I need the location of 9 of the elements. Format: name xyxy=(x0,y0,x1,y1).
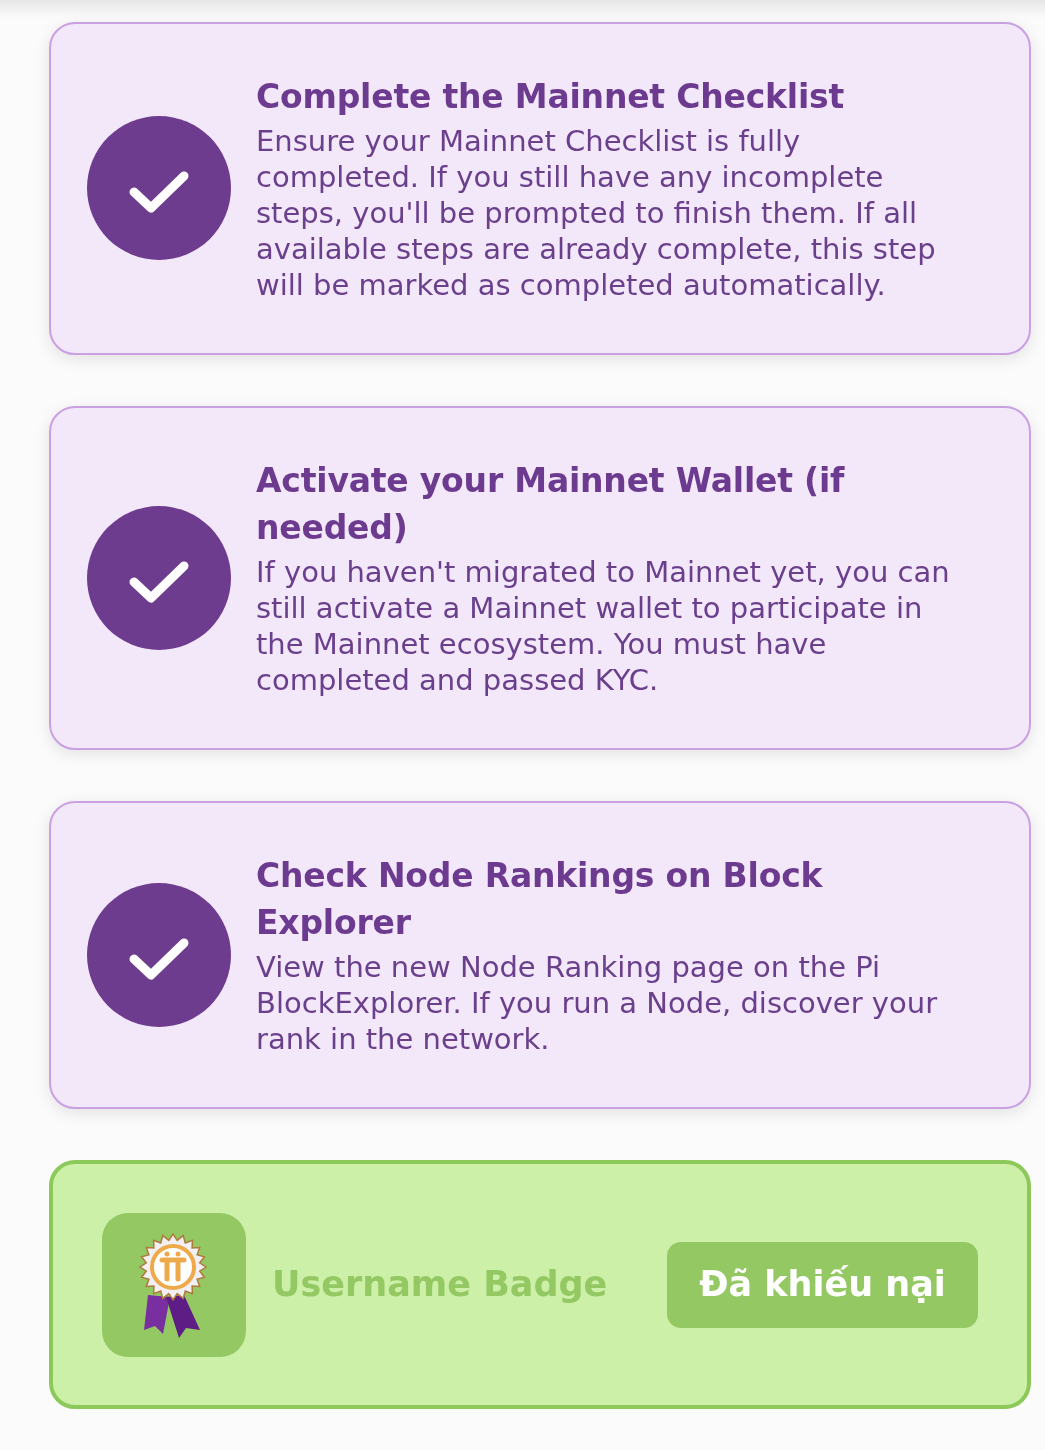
task-title: Activate your Mainnet Wallet (if needed) xyxy=(256,460,846,549)
task-description: If you haven't migrated to Mainnet yet, you can still activate a Mainnet wallet to participate in the Mainnet ecosystem. You must have completed and passed KYC. xyxy=(256,554,951,698)
task-title: Check Node Rankings on Block Explorer xyxy=(256,855,824,944)
claimed-button[interactable]: Đã khiếu nại xyxy=(667,1241,978,1328)
task-title: Complete the Mainnet Checklist xyxy=(256,76,846,118)
badge-name: Username Badge xyxy=(272,1263,609,1307)
medal-icon xyxy=(102,1212,246,1357)
task-description: Ensure your Mainnet Checklist is fully completed. If you still have any incomplete steps, you'll be prompted to finish them. If all available steps are already complete, this step will be marked as completed automatically. xyxy=(256,123,937,303)
task-description: View the new Node Ranking page on the Pi BlockExplorer. If you run a Node, discover your rank in the network. xyxy=(256,949,939,1057)
